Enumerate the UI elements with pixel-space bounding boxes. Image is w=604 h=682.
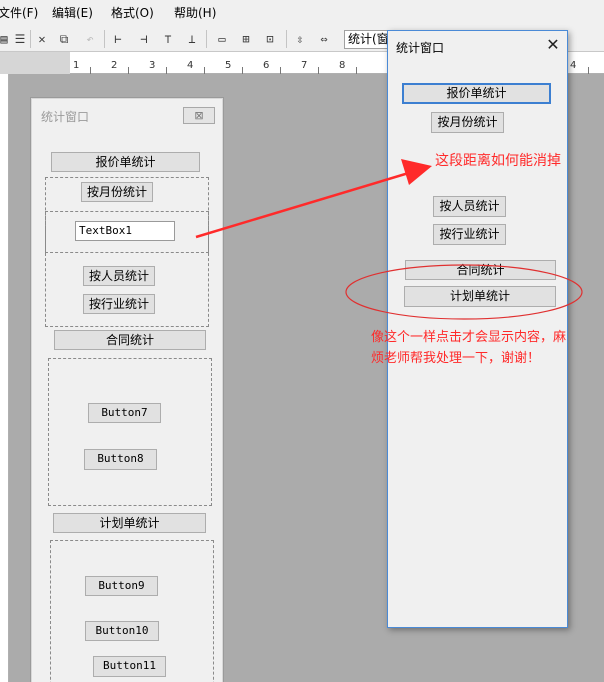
annotation-request-line2: 烦老师帮我处理一下，谢谢！	[371, 351, 541, 366]
annotation-arrow-head	[401, 159, 432, 185]
annotation-gap-question: 这段距离如何能消掉	[435, 153, 561, 169]
annotation-ellipse	[345, 264, 583, 320]
annotation-arrow-line	[195, 170, 413, 239]
annotation-request: 像这个一样点击才会显示内容，麻 烦老师帮我处理一下，谢谢！	[371, 327, 603, 369]
annotation-request-line1: 像这个一样点击才会显示内容，麻	[371, 330, 567, 345]
